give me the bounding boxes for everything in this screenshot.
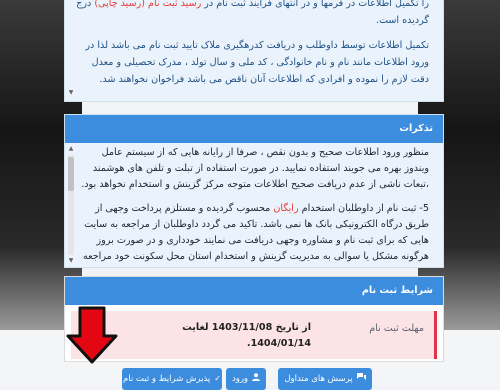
info-paragraph: تکمیل اطلاعات توسط داوطلب و دریافت کدرهگ… [85, 40, 429, 85]
action-buttons: پرسش های متداول ورود ✓پذیرش شرایط و ثبت … [64, 368, 444, 390]
notes-scrollbar[interactable]: ▲ ▼ [67, 145, 75, 265]
deadline-value: از تاریخ 1403/11/08 لغایت 1404/01/14. [182, 322, 311, 349]
info-line-end: گردیده است. [375, 15, 429, 26]
login-button[interactable]: ورود [226, 368, 266, 390]
notes-text: منظور ورود اطلاعات صحیح و بدون نقص ، صرف… [77, 145, 429, 267]
free-highlight: رایگان [273, 203, 299, 214]
content-column: را تکمیل اطلاعات در فرمها و در انتهای فر… [64, 0, 444, 390]
accept-register-button[interactable]: ✓پذیرش شرایط و ثبت نام [122, 368, 222, 390]
check-icon: ✓ [214, 374, 221, 383]
registration-conditions-card: شرایط ثبت نام مهلت ثبت نام از تاریخ 1403… [64, 276, 444, 362]
scroll-down-icon[interactable]: ▼ [67, 89, 75, 97]
notes-card: تذکرات منظور ورود اطلاعات صحیح و بدون نق… [64, 114, 444, 268]
receipt-highlight: رسید ثبت نام (رسید چاپی) [94, 0, 202, 9]
conditions-header: شرایط ثبت نام [65, 277, 443, 305]
notes-paragraph-1: منظور ورود اطلاعات صحیح و بدون نقص ، صرف… [81, 147, 429, 190]
pointer-arrow-icon [66, 306, 118, 364]
user-icon [252, 368, 261, 390]
registration-info-card: را تکمیل اطلاعات در فرمها و در انتهای فر… [64, 0, 444, 102]
scroll-thumb[interactable] [68, 157, 74, 191]
registration-info-text: را تکمیل اطلاعات در فرمها و در انتهای فر… [77, 0, 429, 101]
notes-header: تذکرات [65, 115, 443, 143]
deadline-row: مهلت ثبت نام از تاریخ 1403/11/08 لغایت 1… [71, 311, 437, 359]
scrollbar[interactable]: ▼ [67, 0, 75, 99]
scroll-up-icon[interactable]: ▲ [67, 145, 75, 153]
faq-button[interactable]: پرسش های متداول [278, 368, 372, 390]
notes-paragraph-2: 5- ثبت نام از داوطلبان استخدام رایگان مح… [82, 203, 429, 262]
info-line-partial: را تکمیل اطلاعات در فرمها و در انتهای فر… [77, 0, 429, 9]
chat-icon [356, 368, 366, 390]
scroll-down-icon[interactable]: ▼ [67, 257, 75, 265]
deadline-label: مهلت ثبت نام [369, 323, 424, 334]
